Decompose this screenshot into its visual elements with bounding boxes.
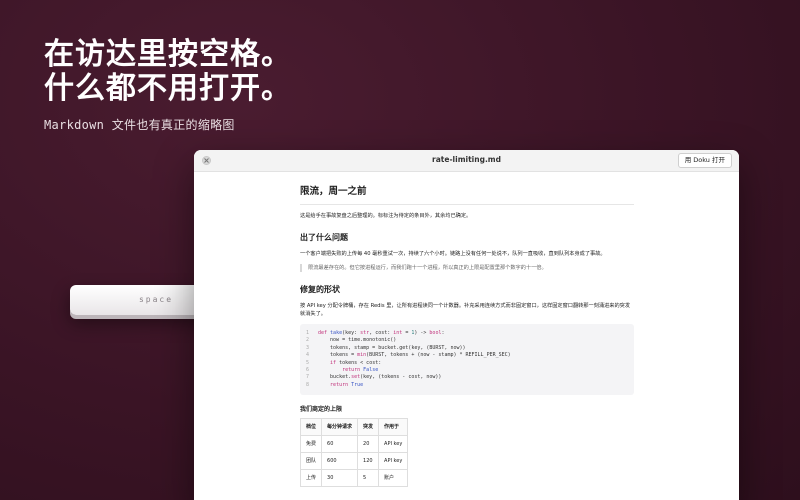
code-block: 1 def take (key: str, cost: int = 1) -> bo… [300, 324, 634, 396]
line-number: 3 [306, 344, 310, 351]
code-token: def [318, 330, 331, 336]
code-token: True [351, 381, 364, 388]
table-header: 档位 [299, 418, 323, 437]
table-header: 作用于 [378, 418, 409, 437]
code-token: , cost: [369, 330, 394, 336]
table-cell: 上传 [299, 469, 323, 488]
table-header: 突发 [357, 418, 380, 437]
hero-line-2: 什么都不用打开。 [44, 71, 292, 106]
table-cell: 60 [321, 435, 359, 454]
line-number: 6 [306, 367, 310, 374]
code-token: int [393, 330, 403, 336]
code-line: 6 return False [306, 367, 628, 374]
table-cell: 120 [357, 452, 380, 471]
code-token: tokens, stamp = bucket.get(key, (BURST, … [318, 344, 466, 351]
code-line: 5 if tokens < cost: [306, 360, 628, 367]
quicklook-window: rate-limiting.md 用 Doku 打开 限流，周一之前 这是给手在… [194, 150, 739, 500]
code-token: take [330, 330, 343, 336]
code-token: False [363, 367, 379, 374]
code-token: return [330, 381, 349, 388]
line-number: 2 [306, 337, 310, 344]
code-token: tokens < cost: [336, 359, 382, 366]
code-token: min [357, 352, 367, 359]
markdown-preview: 限流，周一之前 这是给手在事故复盘之后整理的。标标注为待定的条目外，其余均已确定… [299, 186, 634, 488]
table-cell: API key [378, 452, 409, 471]
limits-table: 档位 每分钟请求 突发 作用于 免费 60 20 API key 团队 600 … [299, 418, 409, 488]
table-cell: 账户 [378, 469, 409, 488]
table-cell: 600 [321, 452, 359, 471]
table-header: 每分钟请求 [321, 418, 359, 437]
code-token: : [441, 330, 445, 336]
code-token: (BURST, tokens + (now - stamp) * REFILL_… [366, 352, 511, 359]
window-title: rate-limiting.md [432, 155, 501, 164]
hero-line-1: 在访达里按空格。 [44, 37, 292, 72]
code-line: 4 tokens = min (BURST, tokens + (now - st… [306, 352, 628, 359]
table-cell: 免费 [299, 435, 323, 454]
heading-problem: 出了什么问题 [300, 233, 348, 242]
line-number: 8 [306, 381, 310, 388]
code-token: now = time.monotonic() [318, 337, 397, 344]
code-token: tokens = [318, 352, 358, 359]
line-number: 4 [306, 352, 310, 359]
code-line: 3 tokens, stamp = bucket.get(key, (BURST… [306, 345, 628, 352]
window-titlebar: rate-limiting.md 用 Doku 打开 [194, 150, 739, 172]
problem-paragraph: 一个客户端把失败的上传每 40 毫秒重试一次，持续了六个小时。链路上没有任何一处… [300, 251, 606, 257]
code-token: bucket. [318, 374, 352, 381]
code-token: (key: [342, 330, 361, 336]
code-token: return [342, 367, 361, 374]
hero-subtitle: Markdown 文件也有真正的缩略图 [44, 118, 235, 132]
code-token: (key, (tokens - cost, now)) [360, 374, 442, 381]
table-row: 团队 600 120 API key [299, 452, 409, 471]
code-line: 2 now = time.monotonic() [306, 337, 628, 344]
code-token: = [402, 330, 412, 336]
hero-headline: 在访达里按空格。 什么都不用打开。 [44, 38, 292, 106]
code-token: set [351, 374, 361, 381]
line-number: 7 [306, 374, 310, 381]
doc-title: 限流，周一之前 [300, 186, 634, 205]
table-header-row: 档位 每分钟请求 突发 作用于 [299, 418, 409, 437]
table-cell: 5 [357, 469, 380, 488]
code-token: str [360, 330, 370, 336]
fix-paragraph: 按 API key 分配令牌桶，存在 Redis 里，让所有进程读同一个计数器。… [300, 303, 631, 317]
doc-intro: 这是给手在事故复盘之后整理的。标标注为待定的条目外，其余均已确定。 [300, 213, 472, 219]
table-row: 上传 30 5 账户 [299, 469, 409, 488]
code-line: 7 bucket. set (key, (tokens - cost, now)) [306, 374, 628, 381]
code-line: 8 return True [306, 382, 628, 389]
table-cell: 30 [321, 469, 359, 488]
open-with-doku-button[interactable]: 用 Doku 打开 [677, 153, 732, 168]
line-number: 5 [306, 359, 310, 366]
table-cell: 团队 [299, 452, 323, 471]
table-cell: 20 [357, 435, 380, 454]
table-row: 免费 60 20 API key [299, 435, 409, 454]
code-token: ) -> [414, 330, 430, 336]
code-line: 1 def take (key: str, cost: int = 1) -> bo… [306, 330, 628, 337]
blockquote: 限流最差存在的。但它按进程运行，而我们跑十一个进程，所以真正的上限是配置里那个数… [300, 264, 634, 272]
heading-limits: 我们商定的上限 [300, 406, 343, 414]
space-keycap-label: space [138, 295, 174, 304]
table-cell: API key [378, 435, 409, 454]
code-token: bool [429, 330, 442, 336]
line-number: 1 [306, 330, 310, 336]
heading-fix-shape: 修复的形状 [300, 285, 340, 294]
